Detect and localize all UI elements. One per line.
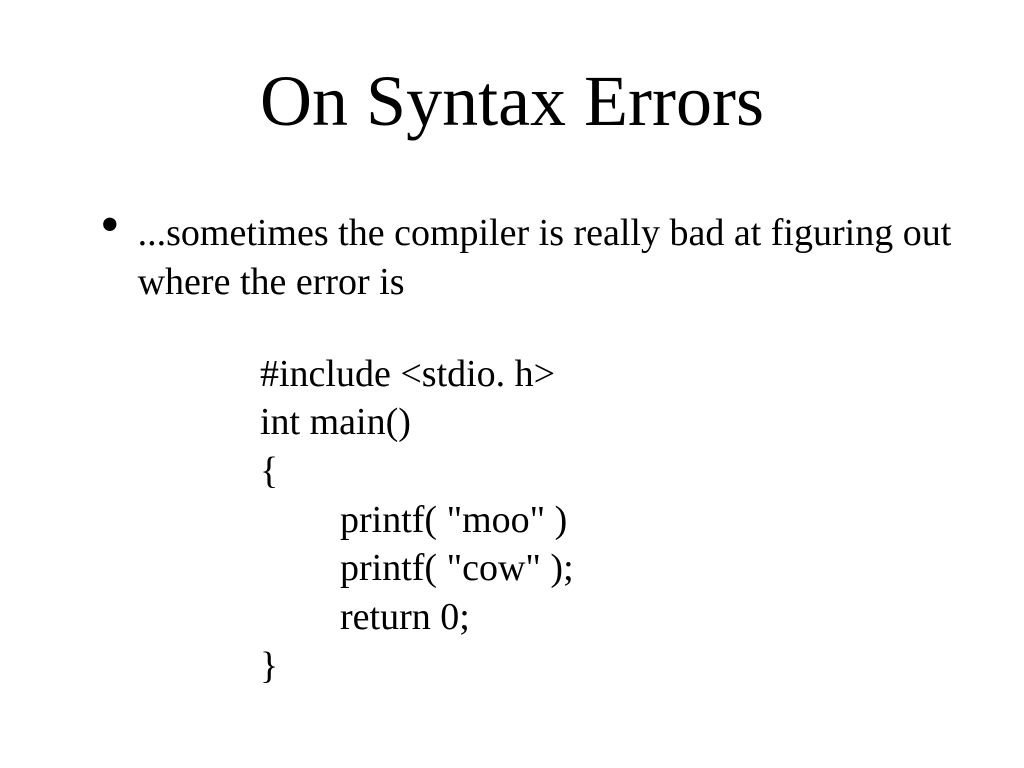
code-block: #include <stdio. h> int main() { printf(… (260, 350, 954, 690)
code-line-6: return 0; (260, 593, 954, 642)
code-line-2: int main() (260, 398, 954, 447)
slide-content: • ...sometimes the compiler is really ba… (70, 203, 954, 690)
bullet-text: ...sometimes the compiler is really bad … (138, 203, 954, 308)
bullet-mark-icon: • (100, 209, 120, 243)
code-line-1: #include <stdio. h> (260, 350, 954, 399)
slide-container: On Syntax Errors • ...sometimes the comp… (0, 0, 1024, 768)
slide-title: On Syntax Errors (70, 60, 954, 143)
code-line-3: { (260, 447, 954, 496)
bullet-item: • ...sometimes the compiler is really ba… (100, 203, 954, 308)
code-line-4: printf( "moo" ) (260, 496, 954, 545)
code-line-7: } (260, 642, 954, 691)
code-line-5: printf( "cow" ); (260, 544, 954, 593)
